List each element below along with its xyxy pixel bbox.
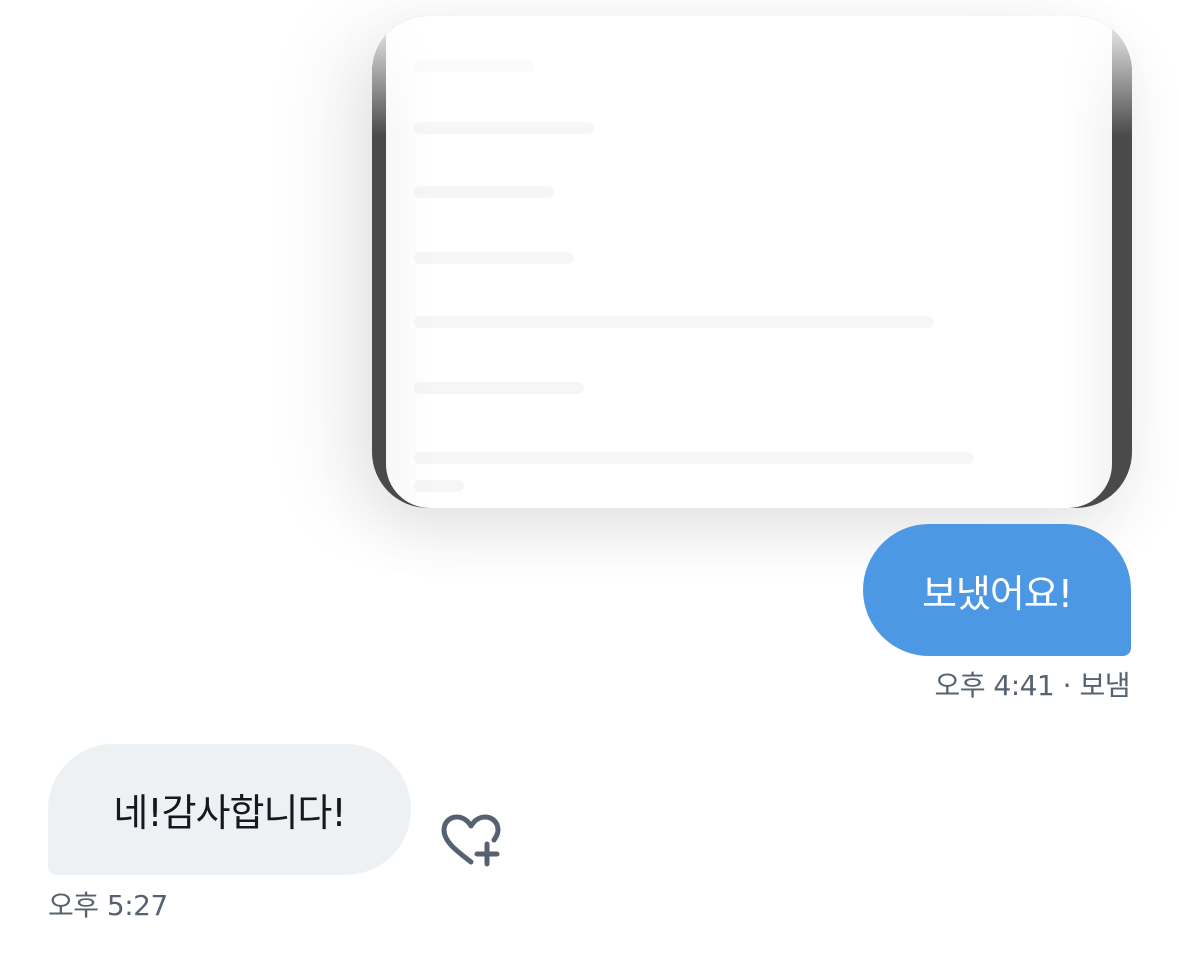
sent-message-time: 오후 4:41 bbox=[934, 669, 1055, 702]
sent-message-bubble[interactable]: 보냈어요! bbox=[863, 524, 1131, 656]
image-fade-overlay bbox=[372, 16, 1132, 136]
sent-message-text: 보냈어요! bbox=[921, 571, 1073, 616]
received-message-time: 오후 5:27 bbox=[48, 889, 168, 922]
blurred-text-line bbox=[414, 480, 464, 492]
blurred-text-line bbox=[414, 452, 974, 464]
shared-image-attachment[interactable] bbox=[372, 16, 1132, 508]
sent-message-status: · 보냄 bbox=[1062, 669, 1131, 702]
add-reaction-button[interactable] bbox=[438, 812, 506, 870]
sent-message-meta: 오후 4:41 · 보냄 bbox=[934, 664, 1130, 704]
blurred-text-line bbox=[414, 186, 554, 198]
received-message-text: 네!감사합니다! bbox=[113, 791, 346, 835]
blurred-text-line bbox=[414, 382, 584, 394]
received-message-bubble[interactable]: 네!감사합니다! bbox=[48, 744, 411, 875]
heart-plus-icon bbox=[441, 814, 501, 867]
blurred-text-line bbox=[414, 252, 574, 264]
blurred-text-line bbox=[414, 316, 934, 328]
